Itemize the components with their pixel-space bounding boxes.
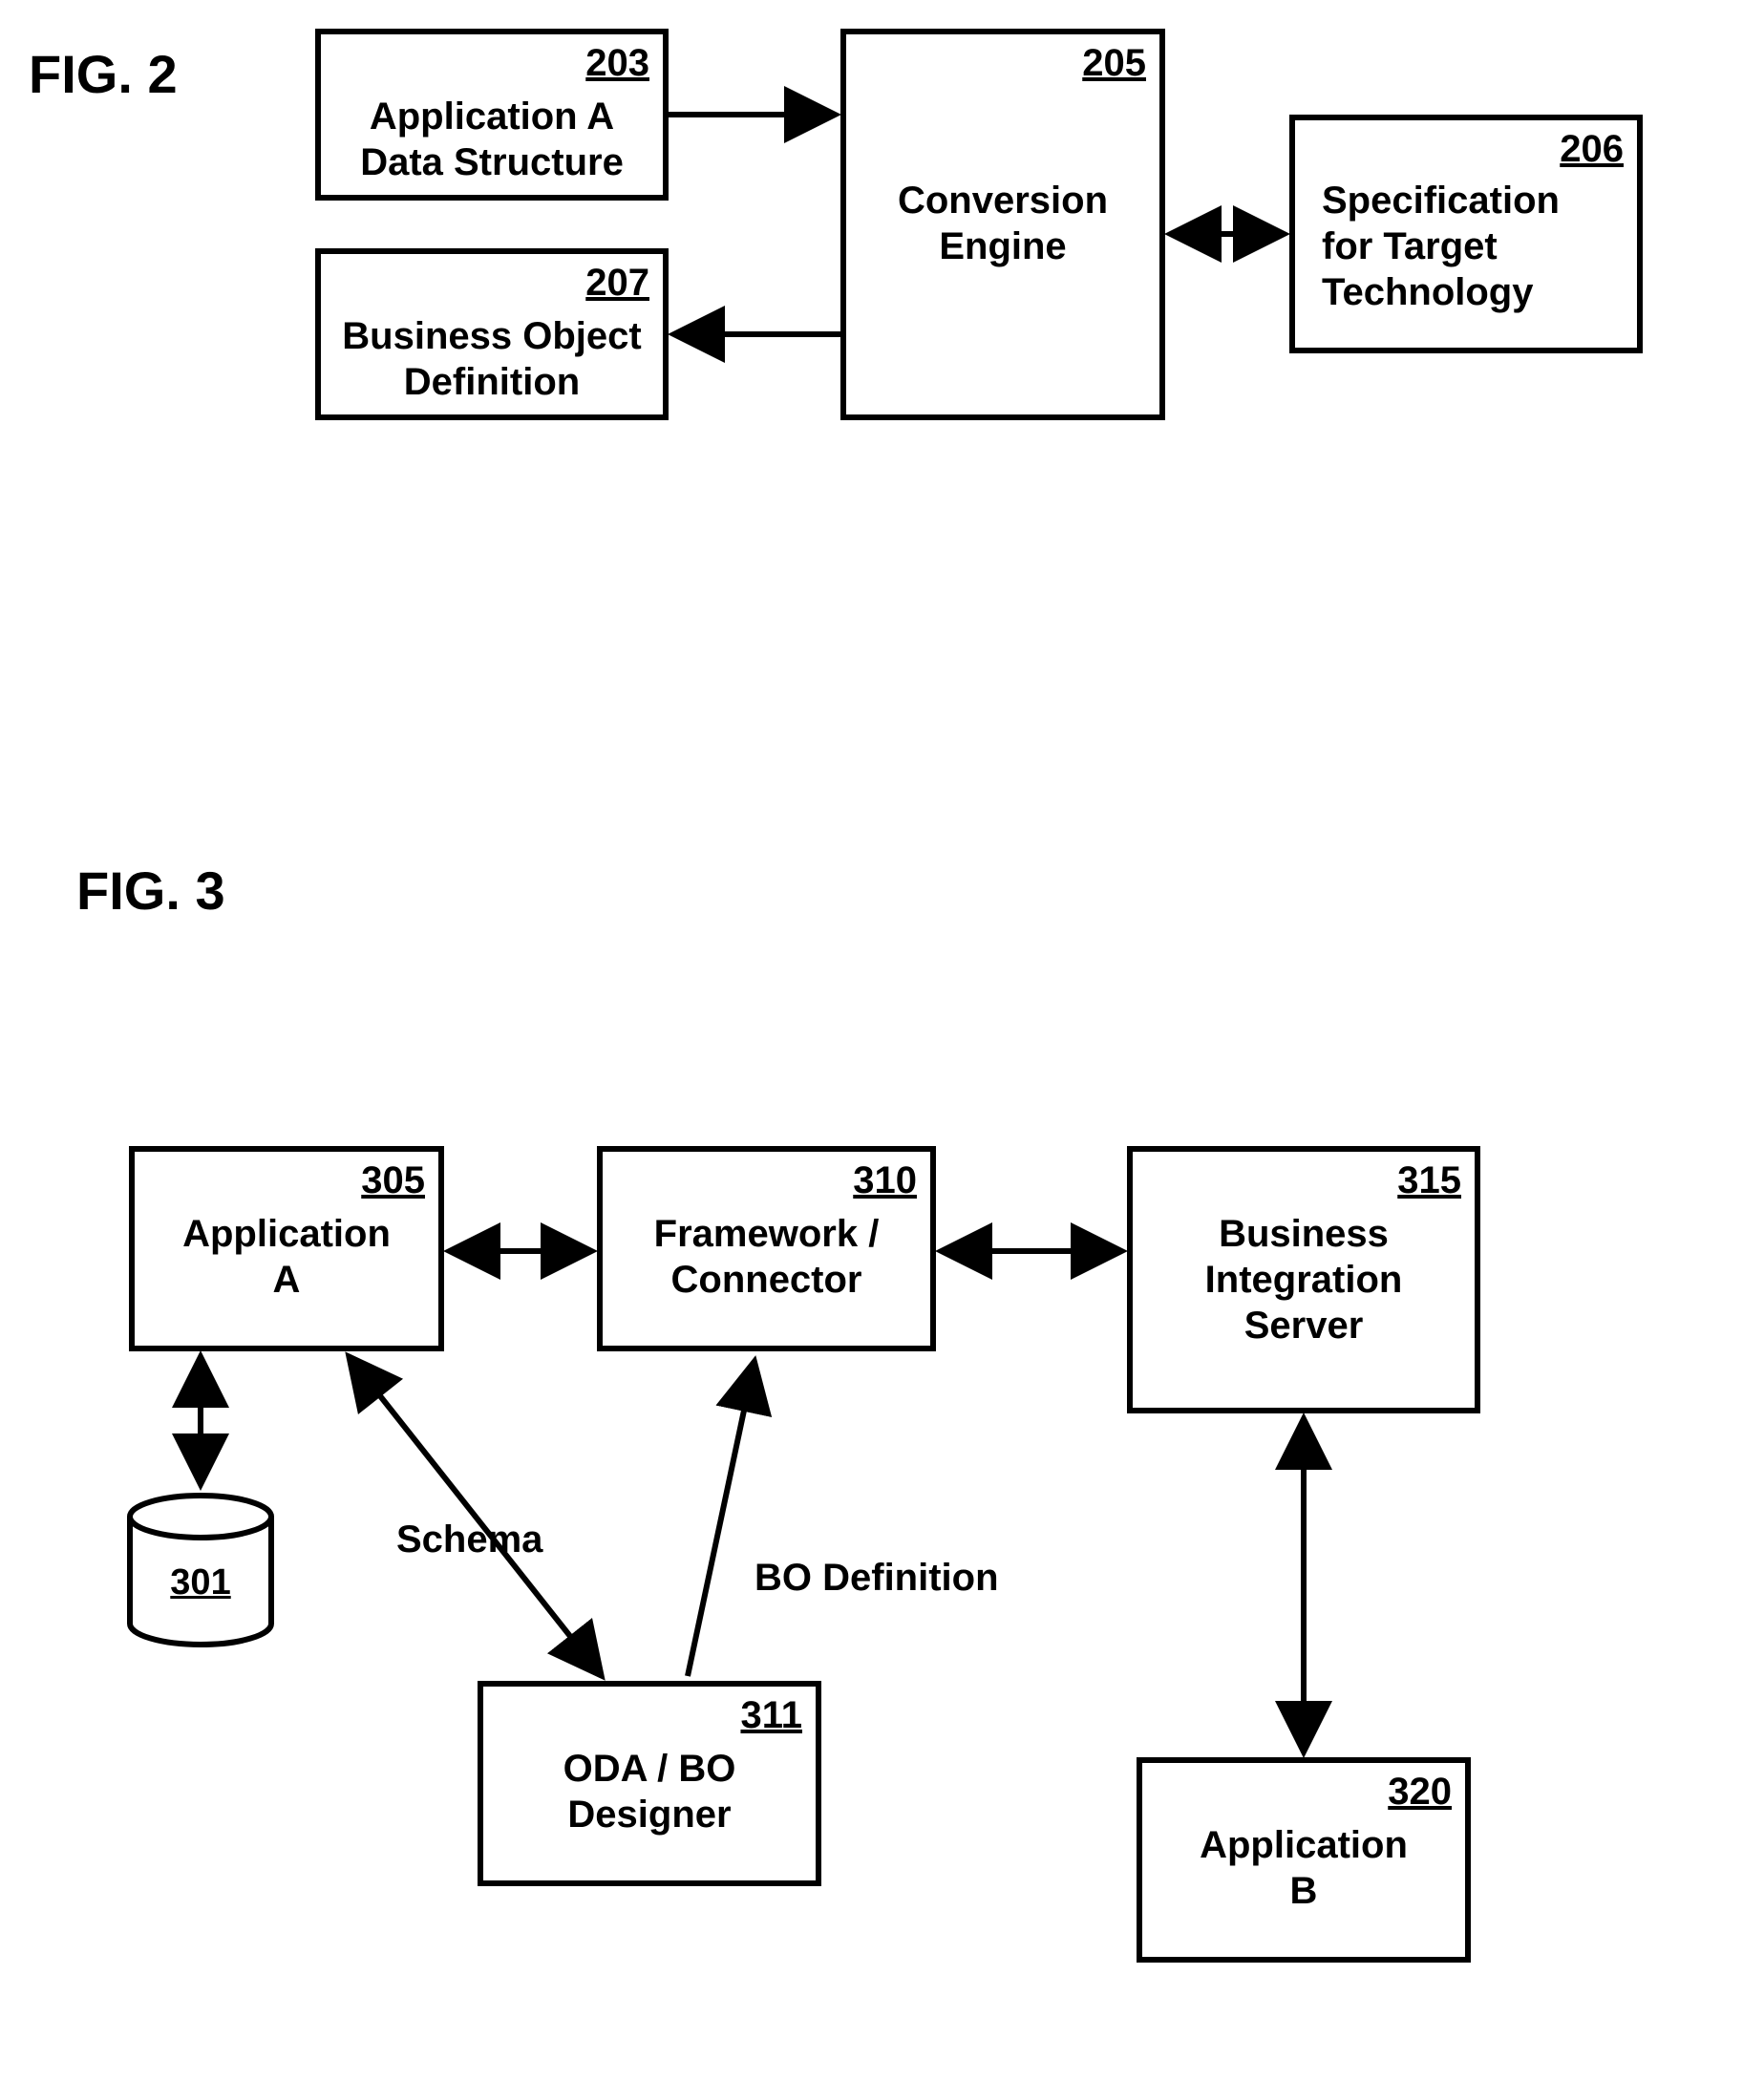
box-203-num: 203 [585,42,649,85]
box-315-text: Business Integration Server [1133,1211,1475,1348]
edge-label-bodef: BO Definition [754,1557,999,1600]
box-311-num: 311 [740,1694,802,1737]
box-207: 207 Business Object Definition [315,248,669,420]
fig3-label: FIG. 3 [76,860,225,922]
diagram-page: FIG. 2 203 Application A Data Structure … [0,0,1764,2081]
box-311-text: ODA / BO Designer [483,1746,816,1837]
box-205: 205 Conversion Engine [840,29,1165,420]
box-311: 311 ODA / BO Designer [478,1681,821,1886]
box-206-text: Specification for Target Technology [1295,178,1637,315]
box-206-num: 206 [1560,128,1624,171]
box-207-text: Business Object Definition [321,313,663,405]
box-305-num: 305 [361,1159,425,1202]
box-310-text: Framework / Connector [603,1211,930,1303]
box-305: 305 Application A [129,1146,444,1351]
arrow-305-310 [444,1232,597,1270]
box-310-num: 310 [853,1159,917,1202]
box-203-text: Application A Data Structure [321,94,663,185]
arrow-305-301 [181,1351,220,1495]
fig2-label: FIG. 2 [29,43,178,105]
cylinder-301-num: 301 [124,1562,277,1603]
box-320-num: 320 [1388,1771,1452,1814]
arrow-315-320 [1285,1413,1323,1757]
box-207-num: 207 [585,262,649,305]
box-205-text: Conversion Engine [846,178,1159,269]
arrow-203-205 [669,96,840,134]
box-310: 310 Framework / Connector [597,1146,936,1351]
box-203: 203 Application A Data Structure [315,29,669,201]
box-315-num: 315 [1397,1159,1461,1202]
edge-label-schema: Schema [396,1518,542,1561]
box-320: 320 Application B [1137,1757,1471,1963]
box-315: 315 Business Integration Server [1127,1146,1480,1413]
arrow-310-315 [936,1232,1127,1270]
arrow-205-207 [669,315,840,353]
arrow-311-310 [669,1351,821,1686]
box-206: 206 Specification for Target Technology [1289,115,1643,353]
cylinder-301: 301 [124,1490,277,1652]
arrow-205-206 [1165,215,1289,253]
box-305-text: Application A [135,1211,438,1303]
box-205-num: 205 [1082,42,1146,85]
box-320-text: Application B [1142,1822,1465,1914]
